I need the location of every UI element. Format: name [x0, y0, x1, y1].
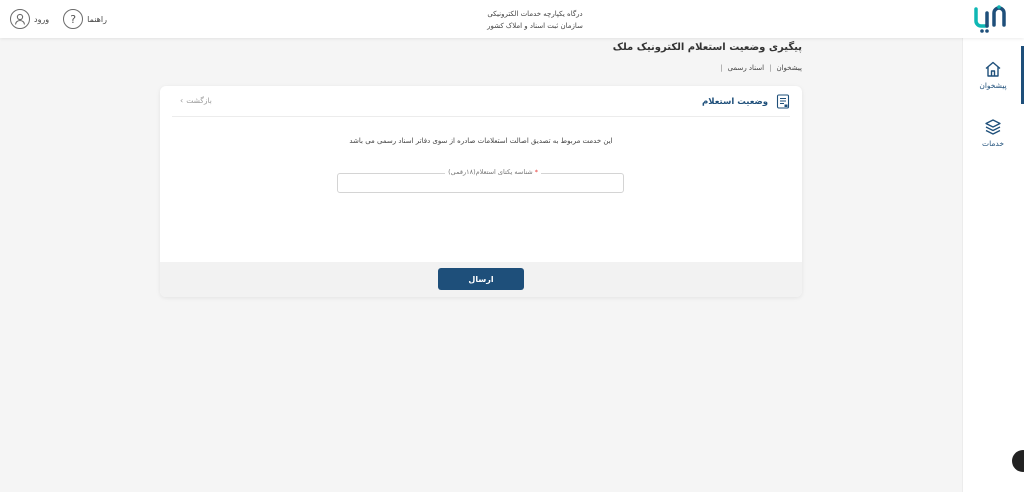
sidebar-item-services[interactable]: خدمات [962, 104, 1024, 162]
sidebar-item-label: خدمات [982, 139, 1004, 148]
top-header: درگاه یکپارچه خدمات الکترونیکی سازمان ثب… [0, 0, 1024, 38]
home-icon [985, 61, 1001, 77]
question-mark-icon: ? [63, 9, 84, 29]
breadcrumb-item-dashboard[interactable]: پیشخوان [776, 64, 802, 72]
sidebar-item-dashboard[interactable]: پیشخوان [962, 46, 1024, 104]
card-title-text: وضعیت استعلام [702, 96, 768, 107]
user-icon [10, 9, 30, 29]
document-icon [776, 94, 790, 109]
breadcrumb: پیشخوان | اسناد رسمی | [715, 64, 802, 72]
service-description: این خدمت مربوط به تصدیق اصالت استعلامات … [349, 137, 613, 145]
help-label: راهنما [87, 14, 107, 24]
card-header: وضعیت استعلام بازگشت › [172, 86, 790, 117]
card-title: وضعیت استعلام [702, 94, 790, 109]
required-mark: * [534, 168, 538, 176]
submit-button[interactable]: ارسال [438, 268, 524, 290]
breadcrumb-separator: | [769, 64, 772, 72]
inquiry-id-field[interactable]: *شناسه یکتای استعلام(۱۸رقمی) [337, 168, 624, 196]
org-title: درگاه یکپارچه خدمات الکترونیکی سازمان ثب… [0, 8, 1024, 32]
breadcrumb-separator: | [720, 64, 723, 72]
chevron-right-icon: › [180, 96, 184, 105]
page-title: پیگیری وضعیت استعلام الکترونیک ملک [612, 42, 802, 53]
inquiry-id-label-text: شناسه یکتای استعلام(۱۸رقمی) [448, 168, 533, 176]
breadcrumb-item-official-documents[interactable]: اسناد رسمی [728, 64, 765, 72]
inquiry-card: وضعیت استعلام بازگشت › این خدمت مربوط به… [160, 86, 802, 297]
back-link[interactable]: بازگشت › [180, 96, 212, 105]
org-title-line1: درگاه یکپارچه خدمات الکترونیکی [487, 10, 583, 18]
back-label: بازگشت [186, 96, 212, 105]
layers-icon [985, 119, 1001, 135]
header-actions: ورود ? راهنما [10, 8, 113, 30]
org-title-line2: سازمان ثبت اسناد و املاک کشور [487, 22, 583, 30]
login-label: ورود [34, 14, 50, 24]
help-button[interactable]: ? راهنما [63, 9, 113, 29]
right-sidebar: پیشخوان خدمات [962, 38, 1024, 492]
card-footer: ارسال [160, 262, 802, 297]
sidebar-item-label: پیشخوان [979, 81, 1007, 90]
login-button[interactable]: ورود [10, 9, 55, 29]
inquiry-id-label: *شناسه یکتای استعلام(۱۸رقمی) [445, 168, 541, 176]
inquiry-id-input[interactable] [338, 177, 623, 196]
